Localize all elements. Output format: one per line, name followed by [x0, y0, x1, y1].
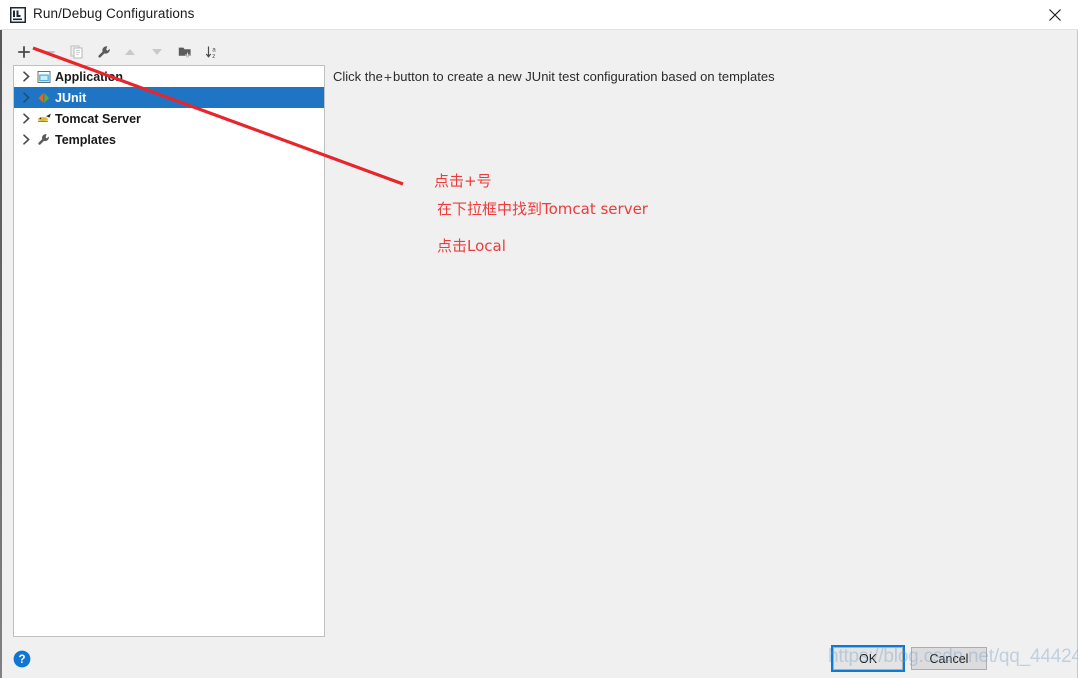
move-up-button[interactable] — [119, 40, 141, 64]
edit-templates-button[interactable] — [93, 40, 115, 64]
add-configuration-button[interactable] — [13, 40, 35, 64]
chevron-right-icon[interactable] — [18, 134, 35, 145]
help-question-icon[interactable]: ? — [13, 650, 31, 668]
junit-icon — [35, 91, 53, 105]
run-debug-configurations-dialog: Run/Debug Configurations a z Application… — [0, 0, 1078, 678]
configurations-toolbar: a z — [13, 40, 325, 64]
tree-row[interactable]: Application — [14, 66, 324, 87]
dialog-title: Run/Debug Configurations — [33, 6, 195, 21]
annotation-text-2: 在下拉框中找到Tomcat server — [437, 200, 648, 218]
sort-configurations-button[interactable]: a z — [201, 40, 223, 64]
tomcat-icon — [35, 112, 53, 126]
annotation-text-1: 点击+号 — [434, 172, 492, 190]
window-frame-left-edge — [0, 30, 2, 678]
tree-item-label: Application — [55, 69, 124, 84]
detail-pane-hint: Click the+button to create a new JUnit t… — [333, 69, 775, 85]
cancel-button[interactable]: Cancel — [911, 647, 987, 670]
move-down-button[interactable] — [146, 40, 168, 64]
application-icon — [35, 70, 53, 84]
tree-item-label: JUnit — [55, 90, 87, 105]
tree-row-junit-selected[interactable]: JUnit — [14, 87, 324, 108]
tree-row[interactable]: Tomcat Server — [14, 108, 324, 129]
tree-row[interactable]: Templates — [14, 129, 324, 150]
configurations-tree[interactable]: Application JUnit Tomcat Server Template… — [13, 65, 325, 637]
hint-text-before: Click the — [333, 69, 383, 84]
chevron-right-icon[interactable] — [18, 92, 35, 103]
chevron-right-icon[interactable] — [18, 113, 35, 124]
minus-icon — [43, 51, 55, 53]
folder-add-icon — [178, 47, 191, 58]
new-folder-button[interactable] — [174, 40, 196, 64]
remove-configuration-button[interactable] — [38, 40, 60, 64]
svg-text:?: ? — [18, 654, 25, 666]
sort-az-icon: a z — [205, 46, 216, 60]
svg-text:z: z — [212, 53, 215, 60]
copy-configuration-button[interactable] — [66, 40, 88, 64]
ok-button[interactable]: OK — [831, 645, 905, 672]
wrench-icon — [97, 45, 110, 58]
wrench-icon — [35, 133, 53, 147]
annotation-text-3: 点击Local — [437, 237, 506, 255]
tree-item-label: Tomcat Server — [55, 111, 141, 126]
copy-icon — [70, 45, 83, 59]
intellij-idea-icon — [10, 7, 26, 23]
plus-icon — [18, 46, 30, 58]
dialog-title-bar: Run/Debug Configurations — [0, 0, 1078, 30]
arrow-down-icon — [152, 49, 162, 55]
close-icon[interactable] — [1032, 0, 1078, 30]
tree-item-label: Templates — [55, 132, 116, 147]
chevron-right-icon[interactable] — [18, 71, 35, 82]
arrow-up-icon — [125, 49, 135, 55]
plus-icon: + — [383, 69, 393, 85]
hint-text-after: button to create a new JUnit test config… — [393, 69, 775, 84]
